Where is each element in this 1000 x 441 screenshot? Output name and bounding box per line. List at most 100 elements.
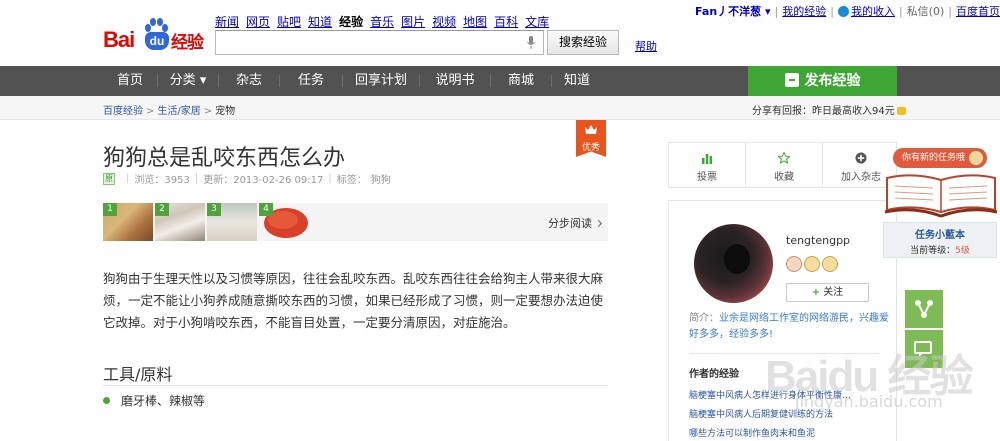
step-thumbnails: 1 2 3 4 分步阅读 (103, 203, 608, 241)
top-nav: 新闻 网页 贴吧 知道 经验 音乐 图片 视频 地图 百科 文库 (215, 13, 556, 30)
excellent-badge: 优秀 (576, 120, 606, 157)
author-exp-link[interactable]: 脑梗塞中风病人后期复健训练的方法 (689, 407, 833, 420)
article-intro: 狗狗由于生理天性以及习惯等原因，往往会乱咬东西。乱咬东西往往会给狗主人带来很大麻… (103, 271, 604, 330)
open-book-icon[interactable] (883, 170, 999, 220)
main-nav-category[interactable]: 分类 ▾ (158, 66, 218, 96)
top-nav-music[interactable]: 音乐 (370, 13, 394, 30)
step-read-link[interactable]: 分步阅读 (548, 215, 603, 231)
top-nav-images[interactable]: 图片 (401, 13, 425, 30)
plus-circle-icon (855, 152, 867, 164)
add-to-magazine-label: 加入杂志 (841, 172, 881, 183)
task-notebook-panel[interactable]: 任务小藍本 当前等级：5级 (883, 222, 997, 258)
coin-icon (837, 5, 849, 17)
breadcrumb-life[interactable]: 生活/家居 (157, 106, 200, 117)
top-nav-map[interactable]: 地图 (463, 13, 487, 30)
author-experiences-title: 作者的经验 (689, 369, 739, 380)
author-exp-link[interactable]: 哪些方法可以制作鱼肉末和鱼泥 (689, 426, 815, 439)
author-name[interactable]: tengtengpp (786, 234, 850, 247)
baidu-home-link[interactable]: 百度首页 (956, 3, 1000, 19)
tools-section-title: 工具/原料 (103, 365, 173, 384)
main-nav-tasks[interactable]: 任务 (280, 66, 342, 96)
excellent-badge-label: 优秀 (581, 143, 600, 153)
favorite-button[interactable]: 收藏 (746, 143, 822, 187)
medal-icon[interactable] (786, 256, 802, 272)
step-thumb-3[interactable]: 3 (207, 203, 257, 241)
top-nav-tieba[interactable]: 贴吧 (277, 13, 301, 30)
logo-bai: Bai (103, 27, 135, 52)
medal-icon[interactable] (822, 256, 838, 272)
share-float-button[interactable] (905, 290, 943, 328)
author-card: tengtengpp + 关注 简介：业余是网络工作室的网络游民，兴趣爱好多多，经… (668, 200, 897, 441)
step-number: 4 (259, 203, 273, 216)
search-input[interactable] (215, 30, 544, 55)
vote-button[interactable]: 投票 (669, 143, 745, 187)
crown-icon (585, 125, 597, 134)
intro-text: 业余是网络工作室的网络游民，兴趣爱好多多，经验多多! (689, 313, 889, 340)
main-nav-zhidao[interactable]: 知道 (552, 66, 602, 96)
help-link[interactable]: 帮助 (635, 38, 657, 54)
author-intro: 简介：业余是网络工作室的网络游民，兴趣爱好多多，经验多多! (689, 311, 889, 343)
article-actions: 投票 收藏 加入杂志 (668, 142, 897, 188)
breadcrumb-pets[interactable]: 宠物 (215, 106, 235, 117)
top-nav-web[interactable]: 网页 (246, 13, 270, 30)
user-bar: Fan丿不洋葱 ▾ | 我的经验 | 我的收入 | 私信(0) | 百度首页 (695, 3, 1000, 19)
tools-item-label: 磨牙棒、辣椒等 (121, 394, 206, 408)
view-count: 浏览：3953 (134, 175, 190, 186)
share-reward-text[interactable]: 分享有回报：昨日最高收入94元 (752, 102, 906, 117)
main-nav-mall[interactable]: 商城 (491, 66, 551, 96)
share-reward-label: 分享有回报：昨日最高收入94元 (752, 106, 895, 117)
feedback-float-button[interactable] (905, 330, 943, 368)
main-nav-category-label: 分类 (169, 73, 196, 88)
publish-experience-button[interactable]: 发布经验 (748, 66, 897, 96)
favorite-label: 收藏 (774, 172, 794, 183)
top-nav-video[interactable]: 视频 (432, 13, 456, 30)
medal-icon[interactable] (804, 256, 820, 272)
mascot-icon (968, 150, 984, 166)
tag-link[interactable]: 狗狗 (371, 171, 391, 186)
top-nav-baike[interactable]: 百科 (494, 13, 518, 30)
top-nav-wenku[interactable]: 文库 (525, 13, 549, 30)
top-nav-zhidao[interactable]: 知道 (308, 13, 332, 30)
chevron-right-icon (594, 219, 603, 228)
top-nav-news[interactable]: 新闻 (215, 13, 239, 30)
avatar[interactable] (694, 224, 773, 303)
main-nav-home[interactable]: 首页 (103, 66, 157, 96)
level-value: 5级 (955, 246, 970, 256)
header: Bai du 经验 新闻 网页 贴吧 知道 经验 音乐 图片 视频 地图 百科 … (0, 0, 1000, 66)
tools-list-item: 磨牙棒、辣椒等 (103, 392, 205, 409)
microphone-icon[interactable] (527, 36, 535, 49)
updated-time: 更新：2013-02-26 09:17 (203, 175, 324, 186)
breadcrumb: 百度经验 > 生活/家居 > 宠物 (103, 106, 236, 117)
top-nav-jingyan[interactable]: 经验 (339, 13, 363, 30)
follow-label: 关注 (823, 287, 844, 298)
main-nav-magazine[interactable]: 杂志 (219, 66, 279, 96)
main-nav-share-plan[interactable]: 回享计划 (343, 66, 419, 96)
author-medals (786, 256, 838, 272)
new-task-bubble[interactable]: 你有新的任务哦 (893, 148, 987, 168)
breadcrumb-bar: 百度经验 > 生活/家居 > 宠物 分享有回报：昨日最高收入94元 (0, 96, 1000, 120)
step-thumb-2[interactable]: 2 (155, 203, 205, 241)
current-level: 当前等级：5级 (884, 243, 996, 256)
breadcrumb-home[interactable]: 百度经验 (103, 106, 143, 117)
username-menu[interactable]: Fan丿不洋葱 ▾ (695, 3, 770, 19)
step-number: 2 (155, 203, 169, 216)
follow-button[interactable]: + 关注 (786, 283, 869, 302)
search-button[interactable]: 搜索经验 (547, 30, 619, 55)
intro-label: 简介： (689, 313, 719, 324)
feedback-icon (914, 341, 932, 357)
page-title: 狗狗总是乱咬东西怎么办 (103, 146, 346, 171)
original-tag: 原 (103, 172, 115, 185)
baidu-jingyan-logo[interactable]: Bai du 经验 (103, 18, 207, 54)
my-experience-link[interactable]: 我的经验 (782, 3, 826, 19)
chevron-down-icon: ▾ (199, 73, 207, 88)
section-divider (103, 385, 608, 386)
step-thumb-1[interactable]: 1 (103, 203, 153, 241)
tags-label: 标签： (336, 175, 367, 186)
plus-icon: + (811, 287, 821, 298)
publish-label: 发布经验 (804, 73, 861, 89)
author-exp-link[interactable]: 脑梗塞中风病人怎样进行身体平衡性康… (689, 388, 851, 401)
my-income-link[interactable]: 我的收入 (851, 3, 895, 19)
messages-link[interactable]: 私信(0) (907, 3, 945, 19)
main-nav-manual[interactable]: 说明书 (420, 66, 490, 96)
step-thumb-4[interactable]: 4 (259, 203, 309, 241)
